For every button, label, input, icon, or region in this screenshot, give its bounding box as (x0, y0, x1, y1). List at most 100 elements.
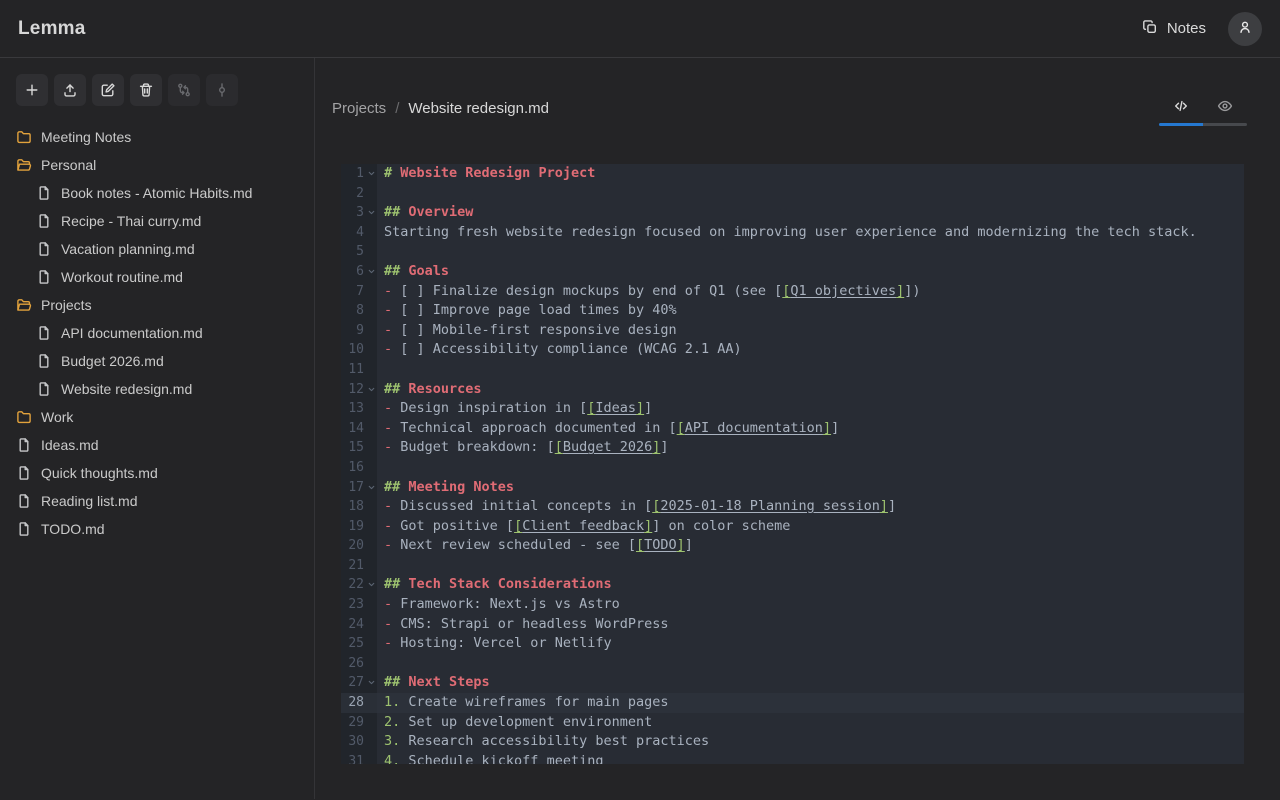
tree-file-reading-list-md[interactable]: Reading list.md (16, 487, 306, 515)
tree-file-recipe-thai-curry-md[interactable]: Recipe - Thai curry.md (16, 207, 306, 235)
git-commit-icon (214, 82, 230, 98)
tree-item-label: Projects (41, 297, 92, 313)
fold-chevron-down-icon[interactable] (367, 483, 376, 492)
editor-line: 8- [ ] Improve page load times by 40% (341, 301, 1244, 321)
file-tree: Meeting Notes PersonalBook notes - Atomic… (16, 123, 306, 543)
editor-line: 14- Technical approach documented in [[A… (341, 419, 1244, 439)
code-line-content[interactable] (377, 360, 1244, 380)
fold-chevron-down-icon[interactable] (367, 208, 376, 217)
plus-icon (24, 82, 40, 98)
breadcrumb-parent[interactable]: Projects (332, 100, 386, 117)
code-line-content[interactable]: - [ ] Finalize design mockups by end of … (377, 282, 1244, 302)
tree-folder-projects[interactable]: Projects (16, 291, 306, 319)
tree-file-book-notes-atomic-habits-md[interactable]: Book notes - Atomic Habits.md (16, 179, 306, 207)
fold-chevron-down-icon[interactable] (367, 385, 376, 394)
code-line-content[interactable]: - [ ] Accessibility compliance (WCAG 2.1… (377, 340, 1244, 360)
tab-code-view[interactable] (1159, 91, 1203, 121)
tab-preview[interactable] (1203, 91, 1247, 121)
code-line-content[interactable] (377, 556, 1244, 576)
code-line-content[interactable]: 4. Schedule kickoff meeting (377, 752, 1244, 764)
sidebar: Meeting Notes PersonalBook notes - Atomic… (0, 58, 315, 799)
code-line-content[interactable]: ## Resources (377, 380, 1244, 400)
notes-toggle-button[interactable]: Notes (1142, 19, 1206, 39)
tree-item-label: Work (41, 409, 73, 425)
tree-file-budget-2026-md[interactable]: Budget 2026.md (16, 347, 306, 375)
tree-file-vacation-planning-md[interactable]: Vacation planning.md (16, 235, 306, 263)
edit-note-button[interactable] (92, 74, 124, 106)
code-line-content[interactable]: ## Tech Stack Considerations (377, 575, 1244, 595)
editor-line: 16 (341, 458, 1244, 478)
code-line-content[interactable] (377, 654, 1244, 674)
tree-folder-meeting-notes[interactable]: Meeting Notes (16, 123, 306, 151)
code-line-content[interactable]: 2. Set up development environment (377, 713, 1244, 733)
fold-chevron-down-icon[interactable] (367, 678, 376, 687)
code-line-content[interactable]: - Framework: Next.js vs Astro (377, 595, 1244, 615)
code-line-content[interactable] (377, 458, 1244, 478)
folder-closed-icon (16, 129, 32, 145)
code-line-content[interactable]: - CMS: Strapi or headless WordPress (377, 615, 1244, 635)
editor-line: 13- Design inspiration in [[Ideas]] (341, 399, 1244, 419)
editor-line: 26 (341, 654, 1244, 674)
line-number: 23 (341, 595, 377, 615)
code-line-content[interactable] (377, 242, 1244, 262)
folder-open-icon (16, 157, 32, 173)
main-header: Projects / Website redesign.md (315, 58, 1280, 164)
upload-icon (62, 82, 78, 98)
git-compare-button (168, 74, 200, 106)
fold-chevron-down-icon[interactable] (367, 169, 376, 178)
tree-file-ideas-md[interactable]: Ideas.md (16, 431, 306, 459)
fold-chevron-down-icon[interactable] (367, 580, 376, 589)
tree-folder-personal[interactable]: Personal (16, 151, 306, 179)
main-panel: Projects / Website redesign.md 1# Websit… (315, 58, 1280, 799)
new-note-button[interactable] (16, 74, 48, 106)
editor-line: 15- Budget breakdown: [[Budget 2026]] (341, 438, 1244, 458)
editor-line: 11 (341, 360, 1244, 380)
code-line-content[interactable]: # Website Redesign Project (377, 164, 1244, 184)
code-line-content[interactable]: - Design inspiration in [[Ideas]] (377, 399, 1244, 419)
code-line-content[interactable]: - Next review scheduled - see [[TODO]] (377, 536, 1244, 556)
editor-line: 7- [ ] Finalize design mockups by end of… (341, 282, 1244, 302)
line-number: 21 (341, 556, 377, 576)
editor-line: 24- CMS: Strapi or headless WordPress (341, 615, 1244, 635)
code-line-content[interactable]: ## Next Steps (377, 673, 1244, 693)
code-line-content[interactable]: - Budget breakdown: [[Budget 2026]] (377, 438, 1244, 458)
upload-button[interactable] (54, 74, 86, 106)
app-title: Lemma (18, 18, 86, 40)
markdown-editor[interactable]: 1# Website Redesign Project23## Overview… (341, 164, 1244, 764)
line-number: 29 (341, 713, 377, 733)
code-line-content[interactable]: ## Overview (377, 203, 1244, 223)
line-number: 26 (341, 654, 377, 674)
line-number: 20 (341, 536, 377, 556)
editor-line: 19- Got positive [[Client feedback]] on … (341, 517, 1244, 537)
code-line-content[interactable]: - [ ] Improve page load times by 40% (377, 301, 1244, 321)
tree-file-quick-thoughts-md[interactable]: Quick thoughts.md (16, 459, 306, 487)
tree-file-website-redesign-md[interactable]: Website redesign.md (16, 375, 306, 403)
tree-item-label: Meeting Notes (41, 129, 131, 145)
tree-item-label: Quick thoughts.md (41, 465, 158, 481)
tree-file-api-documentation-md[interactable]: API documentation.md (16, 319, 306, 347)
delete-note-button[interactable] (130, 74, 162, 106)
code-line-content[interactable]: - Hosting: Vercel or Netlify (377, 634, 1244, 654)
code-line-content[interactable]: ## Goals (377, 262, 1244, 282)
tree-file-todo-md[interactable]: TODO.md (16, 515, 306, 543)
code-line-content[interactable]: - Discussed initial concepts in [[2025-0… (377, 497, 1244, 517)
line-number: 7 (341, 282, 377, 302)
code-line-content[interactable]: ## Meeting Notes (377, 478, 1244, 498)
editor-line: 292. Set up development environment (341, 713, 1244, 733)
code-line-content[interactable]: 1. Create wireframes for main pages (377, 693, 1244, 713)
code-line-content[interactable]: - Technical approach documented in [[API… (377, 419, 1244, 439)
file-icon (36, 269, 52, 285)
tree-folder-work[interactable]: Work (16, 403, 306, 431)
line-number: 16 (341, 458, 377, 478)
view-mode-tabs (1159, 91, 1247, 126)
code-line-content[interactable]: - [ ] Mobile-first responsive design (377, 321, 1244, 341)
code-line-content[interactable]: 3. Research accessibility best practices (377, 732, 1244, 752)
line-number: 14 (341, 419, 377, 439)
code-line-content[interactable] (377, 184, 1244, 204)
avatar-button[interactable] (1228, 12, 1262, 46)
fold-chevron-down-icon[interactable] (367, 267, 376, 276)
file-icon (36, 241, 52, 257)
code-line-content[interactable]: - Got positive [[Client feedback]] on co… (377, 517, 1244, 537)
code-line-content[interactable]: Starting fresh website redesign focused … (377, 223, 1244, 243)
tree-file-workout-routine-md[interactable]: Workout routine.md (16, 263, 306, 291)
